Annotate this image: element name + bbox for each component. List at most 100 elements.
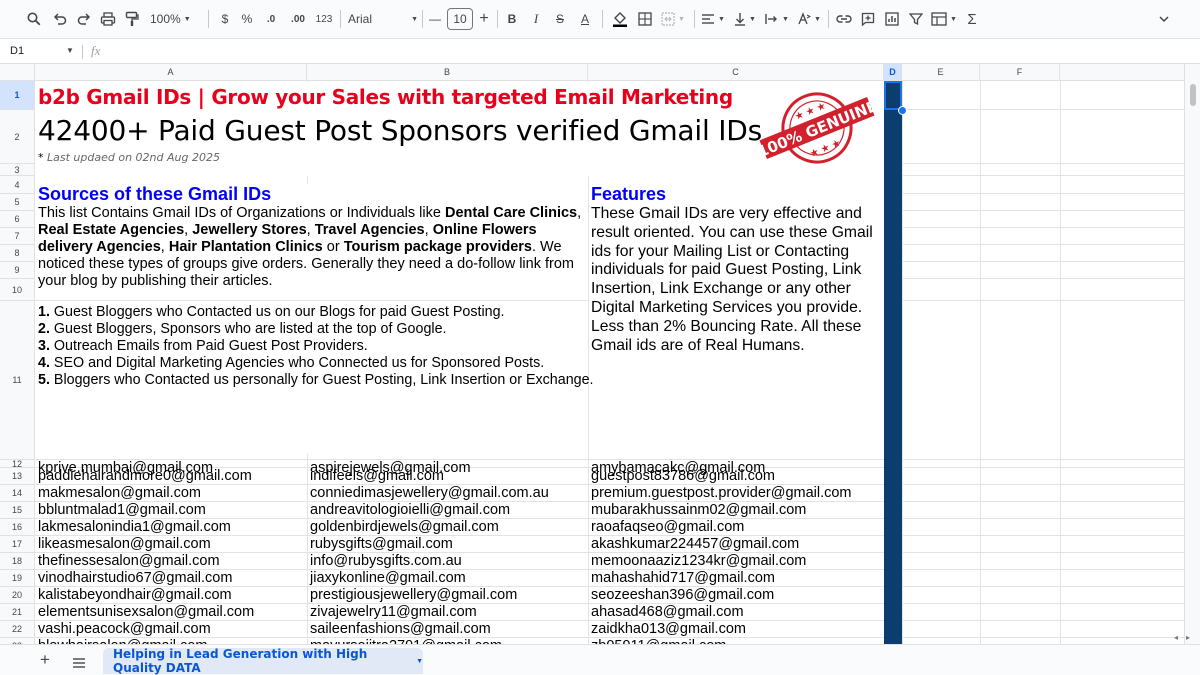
- column-header-c[interactable]: C: [588, 64, 884, 81]
- row-header[interactable]: 14: [0, 485, 35, 502]
- filter-views-icon[interactable]: ▼: [930, 7, 958, 31]
- email-cell[interactable]: saileenfashions@gmail.com: [310, 621, 491, 638]
- collapse-toolbar-chevron-icon[interactable]: [1156, 7, 1172, 31]
- email-cell[interactable]: jiaxykonline@gmail.com: [310, 570, 466, 587]
- search-menus-icon[interactable]: [24, 7, 44, 31]
- email-cell[interactable]: kalistabeyondhair@gmail.com: [38, 587, 232, 604]
- increase-decimal-button[interactable]: .00: [286, 7, 310, 31]
- fill-color-icon[interactable]: [610, 7, 630, 31]
- print-icon[interactable]: [98, 7, 118, 31]
- email-cell[interactable]: vinodhairstudio67@gmail.com: [38, 570, 232, 587]
- italic-button[interactable]: I: [528, 7, 544, 31]
- all-sheets-icon[interactable]: [72, 655, 86, 673]
- email-cell[interactable]: thefinessesalon@gmail.com: [38, 553, 220, 570]
- email-cell[interactable]: ahasad468@gmail.com: [591, 604, 744, 621]
- row-header[interactable]: 10: [0, 279, 35, 301]
- row-header[interactable]: 20: [0, 587, 35, 604]
- row-header[interactable]: 12: [0, 459, 35, 469]
- formula-input[interactable]: [112, 44, 1172, 60]
- email-cell[interactable]: akashkumar224457@gmail.com: [591, 536, 799, 553]
- row-header[interactable]: 22: [0, 621, 35, 638]
- column-header-f[interactable]: F: [980, 64, 1060, 81]
- email-cell[interactable]: rubysgifts@gmail.com: [310, 536, 453, 553]
- row-header[interactable]: 21: [0, 604, 35, 621]
- font-size-input[interactable]: 10: [447, 8, 473, 30]
- redo-icon[interactable]: [74, 7, 94, 31]
- email-cell[interactable]: likeasmesalon@gmail.com: [38, 536, 211, 553]
- decrease-decimal-button[interactable]: .0: [260, 7, 282, 31]
- format-currency-button[interactable]: $: [216, 7, 234, 31]
- selected-column-d[interactable]: [884, 81, 902, 644]
- row-header[interactable]: 4: [0, 176, 35, 194]
- row-header[interactable]: 6: [0, 211, 35, 228]
- email-cell[interactable]: zaidkha013@gmail.com: [591, 621, 746, 638]
- scroll-left-icon[interactable]: ◂: [1174, 633, 1178, 642]
- paint-format-icon[interactable]: [122, 7, 142, 31]
- email-cell[interactable]: lakmesalonindia1@gmail.com: [38, 519, 231, 536]
- row-header[interactable]: 9: [0, 262, 35, 279]
- more-formats-button[interactable]: 123: [314, 7, 334, 31]
- email-cell[interactable]: mahashahid717@gmail.com: [591, 570, 775, 587]
- email-cell[interactable]: premium.guestpost.provider@gmail.com: [591, 485, 852, 502]
- undo-icon[interactable]: [50, 7, 70, 31]
- row-header[interactable]: 15: [0, 502, 35, 519]
- spreadsheet-grid[interactable]: A B C D E F 1 2 3 4 5 6 7 8 9 10 11 12 13 14 15 16 17 18 1…: [0, 64, 1184, 644]
- column-header-d[interactable]: D: [884, 64, 902, 81]
- email-cell[interactable]: raoafaqseo@gmail.com: [591, 519, 744, 536]
- column-header-e[interactable]: E: [902, 64, 980, 81]
- text-wrapping-icon[interactable]: ▼: [764, 7, 790, 31]
- scroll-right-icon[interactable]: ▸: [1186, 633, 1190, 642]
- row-header[interactable]: 3: [0, 164, 35, 176]
- text-rotation-icon[interactable]: ▼: [796, 7, 822, 31]
- row-header[interactable]: 7: [0, 228, 35, 245]
- name-box[interactable]: D1: [10, 45, 24, 57]
- email-cell[interactable]: prestigiousjewellery@gmail.com: [310, 587, 517, 604]
- vertical-scrollbar[interactable]: [1184, 64, 1200, 644]
- email-cell[interactable]: vashi.peacock@gmail.com: [38, 621, 211, 638]
- row-header[interactable]: 13: [0, 468, 35, 485]
- insert-comment-icon[interactable]: [858, 7, 878, 31]
- row-header[interactable]: 8: [0, 245, 35, 262]
- fill-handle[interactable]: [898, 106, 907, 115]
- decrease-font-size-button[interactable]: —: [428, 7, 442, 31]
- increase-font-size-button[interactable]: +: [476, 7, 492, 31]
- strikethrough-button[interactable]: S: [552, 7, 568, 31]
- vertical-align-icon[interactable]: ▼: [732, 7, 758, 31]
- horizontal-align-icon[interactable]: ▼: [700, 7, 726, 31]
- format-percent-button[interactable]: %: [238, 7, 256, 31]
- sheet-tab-active[interactable]: Helping in Lead Generation with High Qua…: [103, 647, 423, 675]
- select-all-corner[interactable]: [0, 64, 35, 81]
- email-cell[interactable]: guestpost83786@gmail.com: [591, 468, 775, 485]
- functions-button[interactable]: Σ: [964, 7, 980, 31]
- email-cell[interactable]: memoonaaziz1234kr@gmail.com: [591, 553, 806, 570]
- name-box-chevron-down-icon[interactable]: ▼: [66, 46, 74, 55]
- bold-button[interactable]: B: [504, 7, 520, 31]
- column-header-b[interactable]: B: [307, 64, 588, 81]
- email-cell[interactable]: info@rubysgifts.com.au: [310, 553, 462, 570]
- chevron-down-icon[interactable]: ▼: [416, 658, 423, 665]
- add-sheet-icon[interactable]: +: [40, 650, 50, 670]
- scroll-thumb[interactable]: [1190, 84, 1196, 106]
- row-header[interactable]: 17: [0, 536, 35, 553]
- borders-icon[interactable]: [636, 7, 654, 31]
- zoom-select[interactable]: 100% ▼: [150, 7, 206, 31]
- merge-cells-icon[interactable]: ▼: [660, 7, 686, 31]
- email-cell[interactable]: bbluntmalad1@gmail.com: [38, 502, 206, 519]
- email-cell[interactable]: seozeeshan396@gmail.com: [591, 587, 774, 604]
- font-family-select[interactable]: Arial ▼: [348, 7, 418, 31]
- filter-icon[interactable]: [906, 7, 926, 31]
- row-header[interactable]: 2: [0, 110, 35, 164]
- email-cell[interactable]: paddiehairandmore0@gmail.com: [38, 468, 252, 485]
- insert-link-icon[interactable]: [834, 7, 854, 31]
- email-cell[interactable]: andreavitologioielli@gmail.com: [310, 502, 510, 519]
- email-cell[interactable]: indifeels@gmail.com: [310, 468, 444, 485]
- text-color-button[interactable]: A: [576, 7, 594, 31]
- row-header[interactable]: 1: [0, 81, 35, 110]
- row-header[interactable]: 18: [0, 553, 35, 570]
- row-header[interactable]: 16: [0, 519, 35, 536]
- email-cell[interactable]: conniedimasjewellery@gmail.com.au: [310, 485, 549, 502]
- email-cell[interactable]: elementsunisexsalon@gmail.com: [38, 604, 254, 621]
- email-cell[interactable]: mubarakhussainm02@gmail.com: [591, 502, 806, 519]
- column-header-a[interactable]: A: [35, 64, 307, 81]
- row-header[interactable]: 5: [0, 194, 35, 211]
